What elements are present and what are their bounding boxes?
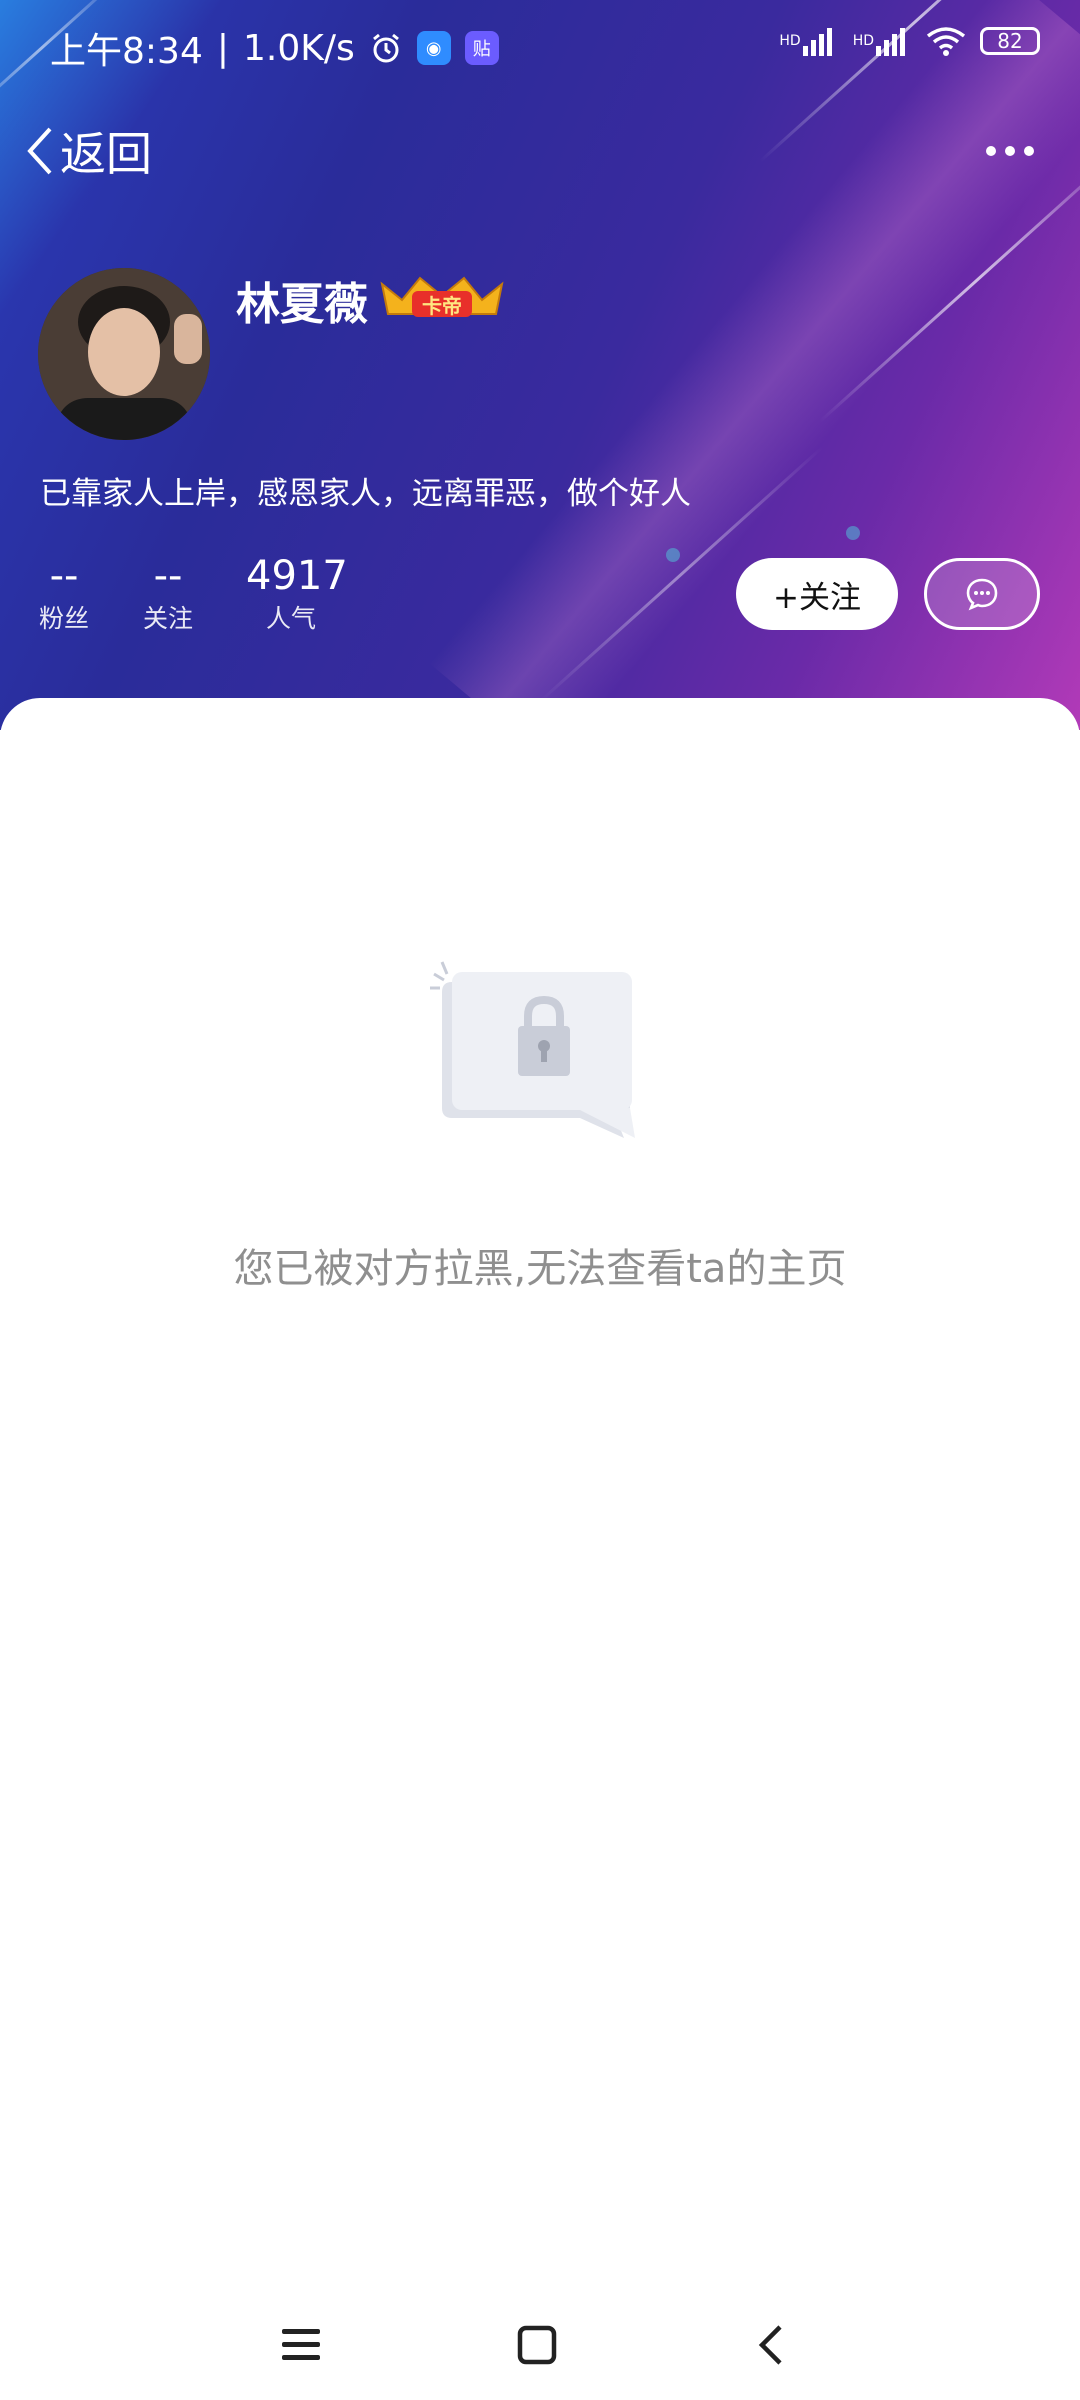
stat-value: -- <box>49 553 79 599</box>
follow-button[interactable]: +关注 <box>736 558 898 630</box>
status-time: 上午8:34 <box>50 31 203 72</box>
more-dot-icon <box>1024 146 1034 156</box>
tieba-app-icon: 贴 <box>464 31 499 65</box>
username: 林夏薇 <box>236 279 368 330</box>
stat-label: 关注 <box>142 604 193 633</box>
profile-screen: 上午8:34 | 1.0K/s ◉ 贴 HD HD 82 返回 林夏薇 卡帝 已… <box>0 0 1080 2400</box>
more-dot-icon <box>986 146 996 156</box>
stat-following[interactable]: -- 关注 <box>142 550 194 636</box>
signal-icon: HD <box>779 26 838 56</box>
user-bio: 已靠家人上岸，感恩家人，远离罪恶，做个好人 <box>40 476 691 512</box>
stat-label: 粉丝 <box>38 604 89 633</box>
crown-badge[interactable]: 卡帝 <box>380 274 504 322</box>
hd-label: HD <box>779 33 801 49</box>
hd-label: HD <box>852 33 874 49</box>
avatar-image <box>38 268 210 440</box>
status-bar: 上午8:34 | 1.0K/s ◉ 贴 HD HD 82 <box>0 0 1080 90</box>
lock-icon <box>430 961 635 1138</box>
decor-dot <box>846 526 860 540</box>
home-button[interactable] <box>502 2310 572 2380</box>
more-options-button[interactable] <box>980 140 1040 162</box>
more-dot-icon <box>1005 146 1015 156</box>
network-speed: 1.0K/s <box>242 27 355 69</box>
stat-value: -- <box>153 553 183 599</box>
chevron-left-icon <box>758 2325 782 2365</box>
lock-illustration <box>430 958 650 1148</box>
system-back-button[interactable] <box>736 2310 806 2380</box>
menu-icon <box>282 2329 320 2360</box>
avatar[interactable] <box>38 268 210 440</box>
menu-button[interactable] <box>266 2310 336 2380</box>
chat-bubble-icon <box>966 578 998 611</box>
stat-fans[interactable]: -- 粉丝 <box>38 550 90 636</box>
chevron-left-icon <box>24 125 54 177</box>
battery-icon: 82 <box>980 27 1040 55</box>
signal-icon-2: HD <box>853 26 912 56</box>
notification-app-icon: ◉ <box>416 31 451 65</box>
back-button[interactable]: 返回 <box>24 118 152 184</box>
home-square-icon <box>517 2325 557 2365</box>
badge-label: 卡帝 <box>412 291 472 318</box>
blocked-message: 您已被对方拉黑,无法查看ta的主页 <box>233 1246 847 1292</box>
alarm-icon <box>369 31 403 65</box>
status-separator: | <box>216 27 229 69</box>
wifi-icon <box>926 26 966 56</box>
stat-value: 4917 <box>246 553 348 599</box>
message-button[interactable] <box>924 558 1040 630</box>
back-label: 返回 <box>60 127 152 181</box>
decor-dot <box>666 548 680 562</box>
content-card: 您已被对方拉黑,无法查看ta的主页 <box>0 698 1080 2318</box>
stat-label: 人气 <box>265 604 316 633</box>
stat-popularity: 4917 人气 <box>246 550 348 636</box>
system-nav-bar <box>0 2290 1080 2400</box>
